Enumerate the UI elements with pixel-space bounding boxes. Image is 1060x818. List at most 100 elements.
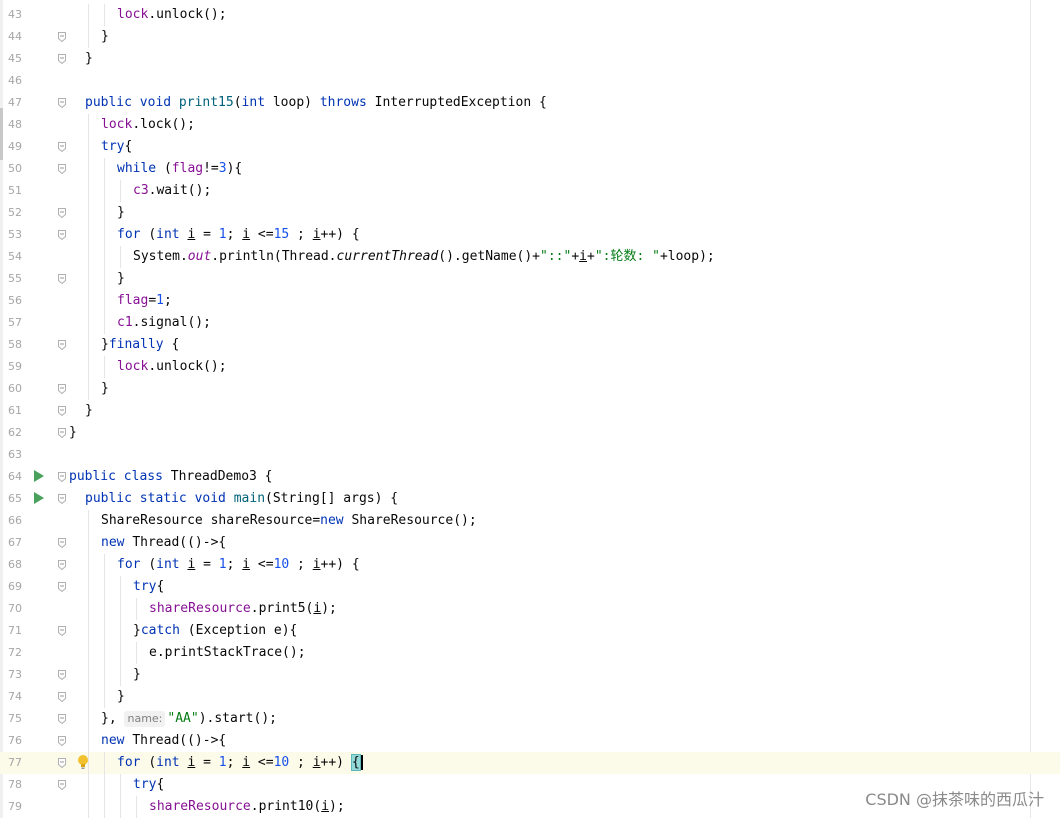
code-text[interactable]: } bbox=[69, 424, 77, 442]
fold-marker-icon[interactable] bbox=[58, 670, 66, 680]
line-number[interactable]: 69 bbox=[8, 580, 34, 593]
code-line[interactable]: 58}finally { bbox=[0, 334, 1060, 356]
fold-marker-icon[interactable] bbox=[58, 692, 66, 702]
line-number[interactable]: 54 bbox=[8, 250, 34, 263]
line-number[interactable]: 56 bbox=[8, 294, 34, 307]
fold-marker-icon[interactable] bbox=[58, 164, 66, 174]
code-text[interactable]: }finally { bbox=[101, 336, 179, 354]
fold-marker-icon[interactable] bbox=[58, 780, 66, 790]
code-line[interactable]: 56 flag=1; bbox=[0, 290, 1060, 312]
code-text[interactable]: for (int i = 1; i <=15 ; i++) { bbox=[117, 226, 360, 244]
line-number[interactable]: 65 bbox=[8, 492, 34, 505]
code-line[interactable]: 53 for (int i = 1; i <=15 ; i++) { bbox=[0, 224, 1060, 246]
code-line[interactable]: 46 bbox=[0, 70, 1060, 92]
code-text[interactable]: }catch (Exception e){ bbox=[133, 622, 297, 640]
fold-marker-icon[interactable] bbox=[58, 560, 66, 570]
code-line[interactable]: 65 public static void main(String[] args)… bbox=[0, 488, 1060, 510]
line-number[interactable]: 51 bbox=[8, 184, 34, 197]
code-line[interactable]: 48 lock.lock(); bbox=[0, 114, 1060, 136]
code-line[interactable]: 67 new Thread(()->{ bbox=[0, 532, 1060, 554]
fold-marker-icon[interactable] bbox=[58, 626, 66, 636]
code-line[interactable]: 64 public class ThreadDemo3 { bbox=[0, 466, 1060, 488]
fold-marker-icon[interactable] bbox=[58, 98, 66, 108]
line-number[interactable]: 77 bbox=[8, 756, 34, 769]
line-number[interactable]: 78 bbox=[8, 778, 34, 791]
code-line[interactable]: 51 c3.wait(); bbox=[0, 180, 1060, 202]
code-text[interactable]: while (flag!=3){ bbox=[117, 160, 242, 178]
code-line[interactable]: 73} bbox=[0, 664, 1060, 686]
code-text[interactable]: } bbox=[117, 204, 125, 222]
line-number[interactable]: 62 bbox=[8, 426, 34, 439]
code-text[interactable]: e.printStackTrace(); bbox=[149, 644, 306, 662]
code-editor[interactable]: 43 lock.unlock(); 44} 45} 46 47 public void pr… bbox=[0, 0, 1060, 818]
code-text[interactable]: for (int i = 1; i <=10 ; i++) { bbox=[117, 754, 363, 772]
line-number[interactable]: 68 bbox=[8, 558, 34, 571]
line-number[interactable]: 79 bbox=[8, 800, 34, 813]
code-line[interactable]: 62} bbox=[0, 422, 1060, 444]
fold-marker-icon[interactable] bbox=[58, 54, 66, 64]
line-number[interactable]: 73 bbox=[8, 668, 34, 681]
line-number[interactable]: 75 bbox=[8, 712, 34, 725]
code-text[interactable]: try{ bbox=[101, 138, 132, 156]
code-line[interactable]: 74} bbox=[0, 686, 1060, 708]
code-line[interactable]: 71}catch (Exception e){ bbox=[0, 620, 1060, 642]
fold-marker-icon[interactable] bbox=[58, 340, 66, 350]
line-number[interactable]: 57 bbox=[8, 316, 34, 329]
code-text[interactable]: System.out.println(Thread.currentThread(… bbox=[133, 248, 715, 266]
code-line[interactable]: 70 shareResource.print5(i); bbox=[0, 598, 1060, 620]
code-line[interactable]: 43 lock.unlock(); bbox=[0, 4, 1060, 26]
line-number[interactable]: 67 bbox=[8, 536, 34, 549]
line-number[interactable]: 48 bbox=[8, 118, 34, 131]
run-gutter-icon[interactable] bbox=[34, 492, 44, 504]
fold-marker-icon[interactable] bbox=[58, 274, 66, 284]
code-line[interactable]: 50 while (flag!=3){ bbox=[0, 158, 1060, 180]
line-number[interactable]: 44 bbox=[8, 30, 34, 43]
line-number[interactable]: 61 bbox=[8, 404, 34, 417]
fold-marker-icon[interactable] bbox=[58, 384, 66, 394]
code-text[interactable]: } bbox=[133, 666, 141, 684]
code-text[interactable]: public void print15(int loop) throws Int… bbox=[85, 94, 547, 112]
code-text[interactable]: } bbox=[117, 688, 125, 706]
line-number[interactable]: 70 bbox=[8, 602, 34, 615]
code-text[interactable]: } bbox=[117, 270, 125, 288]
fold-marker-icon[interactable] bbox=[58, 406, 66, 416]
code-line[interactable]: 76 new Thread(()->{ bbox=[0, 730, 1060, 752]
code-text[interactable]: try{ bbox=[133, 776, 164, 794]
fold-marker-icon[interactable] bbox=[58, 736, 66, 746]
code-text[interactable]: c3.wait(); bbox=[133, 182, 211, 200]
code-text[interactable]: } bbox=[85, 402, 93, 420]
code-text[interactable]: c1.signal(); bbox=[117, 314, 211, 332]
code-line[interactable]: 54 System.out.println(Thread.currentThrea… bbox=[0, 246, 1060, 268]
code-line[interactable]: 63 bbox=[0, 444, 1060, 466]
line-number[interactable]: 46 bbox=[8, 74, 34, 87]
line-number[interactable]: 74 bbox=[8, 690, 34, 703]
fold-marker-icon[interactable] bbox=[58, 538, 66, 548]
code-line[interactable]: 68 for (int i = 1; i <=10 ; i++) { bbox=[0, 554, 1060, 576]
line-number[interactable]: 52 bbox=[8, 206, 34, 219]
code-text[interactable]: try{ bbox=[133, 578, 164, 596]
line-number[interactable]: 43 bbox=[8, 8, 34, 21]
code-line[interactable]: 47 public void print15(int loop) throws I… bbox=[0, 92, 1060, 114]
code-text[interactable]: new Thread(()->{ bbox=[101, 534, 226, 552]
code-text[interactable]: shareResource.print5(i); bbox=[149, 600, 337, 618]
fold-marker-icon[interactable] bbox=[58, 758, 66, 768]
code-text[interactable]: } bbox=[101, 380, 109, 398]
code-text[interactable]: } bbox=[101, 28, 109, 46]
line-number[interactable]: 64 bbox=[8, 470, 34, 483]
code-text[interactable]: lock.unlock(); bbox=[117, 6, 227, 24]
line-number[interactable]: 47 bbox=[8, 96, 34, 109]
code-line[interactable]: 75}, name: "AA").start(); bbox=[0, 708, 1060, 730]
fold-marker-icon[interactable] bbox=[58, 230, 66, 240]
code-line[interactable]: 72 e.printStackTrace(); bbox=[0, 642, 1060, 664]
code-text[interactable]: new Thread(()->{ bbox=[101, 732, 226, 750]
code-line[interactable]: 57 c1.signal(); bbox=[0, 312, 1060, 334]
line-number[interactable]: 72 bbox=[8, 646, 34, 659]
fold-marker-icon[interactable] bbox=[58, 472, 66, 482]
code-text[interactable]: } bbox=[85, 50, 93, 68]
code-line[interactable]: 49 try{ bbox=[0, 136, 1060, 158]
code-line[interactable]: 52} bbox=[0, 202, 1060, 224]
fold-marker-icon[interactable] bbox=[58, 208, 66, 218]
code-line[interactable]: 59 lock.unlock(); bbox=[0, 356, 1060, 378]
code-line[interactable]: 44} bbox=[0, 26, 1060, 48]
code-text[interactable]: flag=1; bbox=[117, 292, 172, 310]
